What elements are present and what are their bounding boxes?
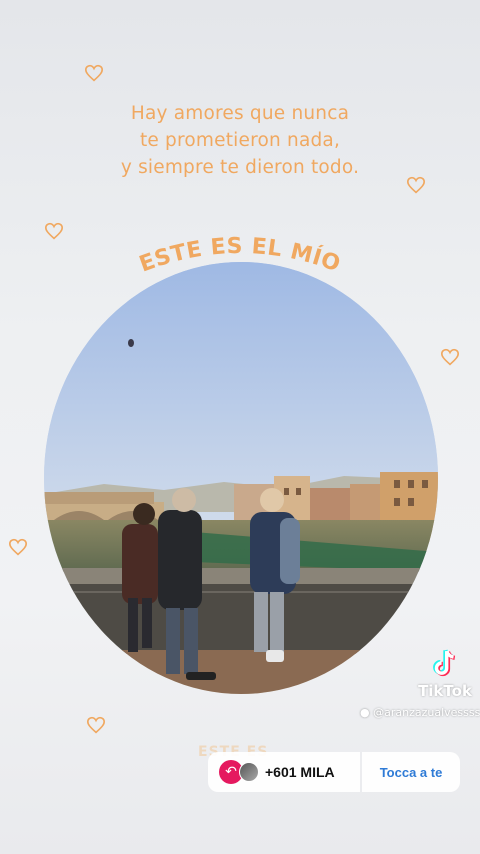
photo-circle (44, 262, 438, 694)
tiktok-handle-text: @aranzazualvessss (373, 706, 480, 719)
quote-line-2: te prometieron nada, (139, 130, 341, 151)
heart-icon (84, 64, 104, 82)
avatar (239, 762, 259, 782)
heart-icon (440, 348, 460, 366)
tiktok-logo-icon (433, 649, 456, 677)
heart-icon (86, 716, 106, 734)
quote-text: Hay amores que nunca te prometieron nada… (0, 100, 480, 181)
quote-line-3: y siempre te dieron todo. (120, 157, 360, 178)
share-count-pill[interactable]: ↶ +601 MILA (208, 752, 360, 792)
tocca-a-te-button[interactable]: Tocca a te (362, 752, 460, 792)
tiktok-handle: ● @aranzazualvessss (360, 706, 480, 719)
heart-icon (8, 538, 28, 556)
quote-line-1: Hay amores que nunca (130, 103, 350, 124)
tiktok-watermark: TikTok (412, 646, 478, 700)
share-count: +601 MILA (265, 764, 335, 780)
heart-icon (44, 222, 64, 240)
person-icon: ● (360, 706, 370, 719)
tiktok-brand: TikTok (418, 682, 472, 700)
